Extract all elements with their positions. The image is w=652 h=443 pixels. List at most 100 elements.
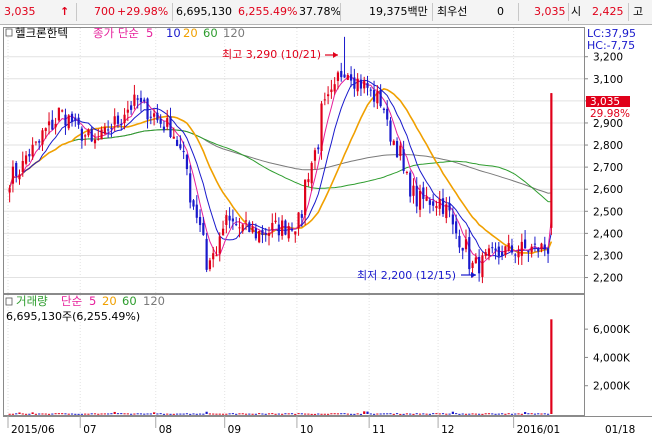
volume-bar[interactable]	[281, 413, 284, 415]
candle[interactable]	[67, 114, 70, 131]
volume-bar[interactable]	[205, 411, 208, 414]
volume-bar[interactable]	[382, 413, 386, 415]
volume-bar[interactable]	[228, 413, 231, 415]
volume-bar[interactable]	[77, 413, 80, 415]
volume-bar[interactable]	[533, 413, 537, 415]
volume-bar[interactable]	[116, 413, 120, 415]
volume-bar[interactable]	[152, 412, 156, 414]
volume-bar[interactable]	[497, 413, 500, 415]
volume-bar[interactable]	[363, 411, 366, 414]
volume-bar[interactable]	[61, 413, 64, 415]
volume-bar[interactable]	[146, 413, 149, 415]
volume-bar[interactable]	[271, 413, 274, 415]
volume-bar[interactable]	[468, 413, 471, 415]
volume-bar[interactable]	[441, 413, 445, 415]
volume-bar[interactable]	[412, 413, 415, 415]
volume-bar[interactable]	[208, 413, 212, 415]
volume-bar[interactable]	[264, 413, 267, 415]
volume-bar[interactable]	[320, 413, 323, 415]
volume-bar[interactable]	[123, 413, 126, 415]
volume-bar[interactable]	[113, 411, 116, 414]
volume-bar[interactable]	[241, 413, 244, 415]
volume-bar[interactable]	[438, 413, 441, 415]
volume-bar[interactable]	[304, 413, 307, 415]
volume-bar[interactable]	[481, 413, 484, 415]
volume-bar[interactable]	[212, 413, 215, 415]
volume-bar[interactable]	[445, 413, 448, 415]
volume-bar[interactable]	[478, 413, 481, 415]
volume-bar[interactable]	[274, 413, 277, 415]
volume-bar[interactable]	[38, 413, 41, 415]
volume-bar[interactable]	[372, 413, 376, 415]
chart-area[interactable]: 2,200 2,300 2,400 2,500 2,600 2,700 2,800 2,900…	[0, 25, 652, 443]
volume-bar[interactable]	[15, 413, 18, 415]
volume-bar[interactable]	[175, 413, 179, 415]
volume-bar[interactable]	[294, 413, 297, 415]
volume-bar[interactable]	[136, 413, 139, 415]
volume-bar[interactable]	[386, 413, 389, 415]
volume-bar[interactable]	[120, 413, 123, 415]
volume-bar[interactable]	[494, 413, 497, 415]
volume-bar[interactable]	[307, 413, 310, 415]
volume-bar[interactable]	[353, 413, 356, 415]
volume-bar[interactable]	[297, 413, 300, 415]
volume-bar[interactable]	[254, 413, 257, 415]
volume-bar[interactable]	[422, 413, 425, 415]
volume-bar[interactable]	[455, 413, 458, 415]
volume-bar[interactable]	[74, 413, 77, 415]
volume-bar[interactable]	[504, 413, 507, 415]
volume-bar[interactable]	[47, 413, 51, 415]
volume-bar[interactable]	[133, 413, 136, 415]
volume-bar[interactable]	[126, 413, 129, 415]
volume-bar[interactable]	[474, 413, 477, 415]
candle[interactable]	[284, 219, 287, 236]
volume-bar[interactable]	[182, 413, 185, 415]
volume-bar[interactable]	[235, 413, 238, 415]
volume-bar[interactable]	[451, 411, 454, 414]
volume-bar[interactable]	[310, 413, 313, 415]
volume-bar[interactable]	[34, 413, 38, 415]
volume-bar[interactable]	[248, 413, 251, 415]
volume-bar[interactable]	[333, 413, 336, 415]
volume-bar[interactable]	[21, 413, 24, 415]
volume-bar[interactable]	[543, 413, 546, 415]
volume-bar[interactable]	[179, 413, 182, 415]
volume-bar[interactable]	[327, 413, 330, 415]
volume-bar[interactable]	[537, 413, 540, 415]
volume-bar[interactable]	[169, 413, 172, 415]
volume-bar[interactable]	[349, 413, 353, 415]
volume-bar[interactable]	[546, 413, 550, 415]
volume-bar[interactable]	[464, 413, 468, 415]
volume-bar[interactable]	[215, 413, 218, 415]
volume-bar[interactable]	[166, 413, 169, 415]
volume-bar[interactable]	[100, 413, 103, 415]
volume-bar[interactable]	[185, 413, 189, 415]
volume-bar[interactable]	[530, 413, 533, 415]
volume-bar[interactable]	[376, 413, 379, 415]
volume-bar[interactable]	[448, 413, 451, 415]
volume-bar[interactable]	[192, 413, 195, 415]
volume-bar[interactable]	[395, 413, 399, 415]
volume-bar[interactable]	[336, 413, 340, 415]
candle[interactable]	[550, 93, 553, 236]
volume-bar[interactable]	[284, 413, 287, 415]
volume-bar[interactable]	[346, 413, 349, 415]
stock-chart[interactable]: 2,2002,3002,4002,5002,6002,7002,8002,900…	[0, 25, 652, 440]
volume-bar[interactable]	[491, 413, 494, 415]
volume-bar[interactable]	[317, 413, 320, 415]
volume-bar[interactable]	[172, 413, 175, 415]
volume-bar[interactable]	[24, 413, 28, 415]
volume-bar[interactable]	[97, 413, 100, 415]
volume-bar[interactable]	[28, 413, 31, 415]
volume-bar[interactable]	[458, 413, 461, 415]
volume-bar[interactable]	[550, 319, 553, 414]
volume-bar[interactable]	[162, 413, 166, 415]
volume-bar[interactable]	[57, 413, 60, 415]
volume-bar[interactable]	[415, 413, 418, 415]
volume-bar[interactable]	[244, 413, 248, 415]
volume-bar[interactable]	[51, 413, 54, 415]
volume-bar[interactable]	[313, 413, 317, 415]
volume-bar[interactable]	[251, 413, 254, 415]
volume-bar[interactable]	[238, 413, 241, 415]
volume-bar[interactable]	[67, 413, 70, 415]
